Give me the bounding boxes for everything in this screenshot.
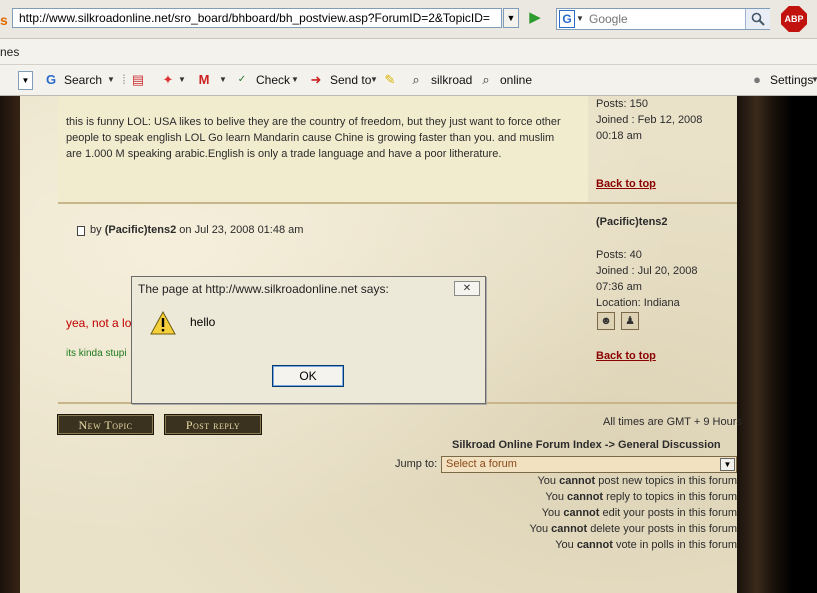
back-to-top-link[interactable]: Back to top bbox=[596, 350, 656, 362]
profile-location: Location: Indiana bbox=[596, 297, 680, 309]
toolbar-search-button[interactable]: Search bbox=[64, 73, 102, 87]
adblock-plus-icon[interactable]: ABP bbox=[781, 6, 807, 32]
permission-line: You cannot post new topics in this forum bbox=[537, 475, 737, 487]
jump-to-value: Select a forum bbox=[446, 458, 517, 470]
toolbar-search-online[interactable]: online bbox=[500, 73, 532, 87]
chevron-down-icon[interactable]: ▼ bbox=[720, 458, 735, 471]
new-topic-button[interactable]: New Topic bbox=[57, 414, 154, 435]
chevron-down-icon[interactable]: ▼ bbox=[219, 75, 227, 84]
google-toolbar: ▼ G Search ▼ ⁞ ▤ ✦ ▼ M ▼ ✓ Check ▼ ➜ Sen… bbox=[0, 65, 817, 96]
profile-joined: Joined : Jul 20, 2008 bbox=[596, 265, 698, 277]
magnifier-icon: ⌕ bbox=[412, 72, 420, 87]
profile-icon[interactable]: ☻ bbox=[597, 312, 615, 330]
alert-dialog: The page at http://www.silkroadonline.ne… bbox=[131, 276, 486, 404]
chevron-down-icon[interactable]: ▼ bbox=[178, 75, 186, 84]
google-icon: G bbox=[45, 72, 57, 87]
check-button[interactable]: Check bbox=[256, 73, 290, 87]
address-dropdown-button[interactable]: ▼ bbox=[503, 8, 519, 28]
profile-joined-time: 00:18 am bbox=[596, 130, 642, 142]
chevron-down-icon[interactable]: ▼ bbox=[107, 75, 115, 84]
profile-posts: Posts: 40 bbox=[596, 249, 642, 261]
gmail-icon[interactable]: M bbox=[196, 72, 212, 88]
send-to-icon: ➜ bbox=[310, 72, 322, 87]
jump-to-label: Jump to: bbox=[395, 458, 438, 470]
search-box[interactable]: G ▼ bbox=[556, 8, 770, 30]
send-to-button[interactable]: Send to bbox=[330, 73, 371, 87]
back-to-top-link[interactable]: Back to top bbox=[596, 178, 656, 190]
settings-icon: ● bbox=[753, 72, 761, 87]
toolbar-search-silkroad[interactable]: silkroad bbox=[431, 73, 472, 87]
permission-line: You cannot reply to topics in this forum bbox=[545, 491, 737, 503]
bookmark-star-icon[interactable]: ✦ bbox=[160, 72, 176, 88]
dialog-message: hello bbox=[190, 315, 216, 329]
spellcheck-icon: ✓ bbox=[237, 74, 247, 85]
permission-line: You cannot vote in polls in this forum bbox=[555, 539, 737, 551]
post-text-red: yea, not a lo bbox=[66, 316, 132, 330]
highlighter-icon[interactable]: ✎ bbox=[382, 72, 398, 88]
permission-line: You cannot delete your posts in this for… bbox=[529, 523, 738, 535]
profile-joined-time: 07:36 am bbox=[596, 281, 642, 293]
chevron-down-icon[interactable]: ▼ bbox=[291, 75, 299, 84]
profile-posts: Posts: 150 bbox=[596, 98, 648, 110]
magnifier-icon: ⌕ bbox=[482, 72, 490, 87]
toolbar-dropdown-button[interactable]: ▼ bbox=[18, 71, 33, 90]
dialog-title: The page at http://www.silkroadonline.ne… bbox=[138, 282, 389, 296]
bookmarks-label[interactable]: nes bbox=[0, 45, 19, 59]
post-byline: by (Pacific)tens2 on Jul 23, 2008 01:48 … bbox=[90, 224, 303, 236]
by-prefix: by bbox=[90, 224, 102, 236]
profile-name: (Pacific)tens2 bbox=[596, 216, 668, 228]
close-icon[interactable]: ✕ bbox=[454, 281, 480, 296]
ok-button[interactable]: OK bbox=[272, 365, 344, 387]
address-bar-row: s http://www.silkroadonline.net/sro_boar… bbox=[0, 0, 817, 39]
address-bar[interactable]: http://www.silkroadonline.net/sro_board/… bbox=[12, 8, 502, 28]
decorative-frame-right bbox=[737, 96, 817, 593]
rss-icon: s bbox=[0, 12, 8, 28]
bookmarks-bar: nes bbox=[0, 39, 817, 65]
post-icon bbox=[77, 226, 85, 236]
post-author[interactable]: (Pacific)tens2 bbox=[105, 224, 177, 236]
browser-chrome: s http://www.silkroadonline.net/sro_boar… bbox=[0, 0, 817, 96]
chevron-down-icon[interactable]: ▼ bbox=[576, 14, 584, 23]
chevron-down-icon[interactable]: ▼ bbox=[811, 75, 817, 84]
popup-blocker-icon[interactable]: ▤ bbox=[130, 72, 146, 88]
profile-joined: Joined : Feb 12, 2008 bbox=[596, 114, 703, 126]
jump-to-select[interactable]: Select a forum ▼ bbox=[441, 456, 737, 473]
chevron-down-icon[interactable]: ▼ bbox=[370, 75, 378, 84]
post-text: this is funny LOL: USA likes to belive t… bbox=[66, 116, 561, 160]
google-icon[interactable]: G bbox=[559, 10, 575, 28]
breadcrumb[interactable]: Silkroad Online Forum Index -> General D… bbox=[452, 439, 721, 451]
timezone-text: All times are GMT + 9 Hours bbox=[603, 416, 742, 428]
warning-icon bbox=[150, 310, 176, 335]
go-icon[interactable]: ▶ bbox=[524, 8, 546, 28]
search-icon[interactable] bbox=[745, 9, 770, 29]
pm-icon[interactable]: ♟ bbox=[621, 312, 639, 330]
settings-button[interactable]: Settings bbox=[770, 73, 813, 87]
post-divider bbox=[58, 202, 737, 204]
search-input[interactable] bbox=[589, 9, 739, 29]
permission-line: You cannot edit your posts in this forum bbox=[541, 507, 737, 519]
post-text-green: its kinda stupi bbox=[66, 348, 127, 359]
post-reply-button[interactable]: Post reply bbox=[164, 414, 262, 435]
post-date: on Jul 23, 2008 01:48 am bbox=[179, 224, 304, 236]
